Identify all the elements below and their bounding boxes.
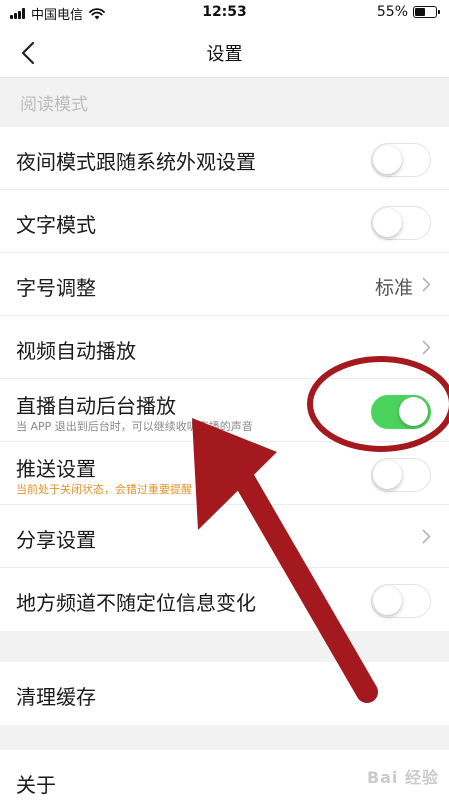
setting-label: 清理缓存: [16, 685, 96, 709]
night-mode-toggle[interactable]: [371, 143, 431, 177]
setting-label: 地方频道不随定位信息变化: [16, 591, 256, 615]
watermark: Bai 经验: [366, 768, 439, 787]
setting-label: 字号调整: [16, 276, 96, 300]
setting-row-local-channel[interactable]: 地方频道不随定位信息变化: [0, 568, 449, 631]
setting-label: 分享设置: [16, 528, 96, 552]
setting-row-night-mode[interactable]: 夜间模式跟随系统外观设置: [0, 127, 449, 190]
setting-row-text-mode[interactable]: 文字模式: [0, 190, 449, 253]
push-toggle[interactable]: [371, 458, 431, 492]
settings-group-cache: 清理缓存: [0, 662, 449, 725]
font-size-value: 标准: [374, 277, 413, 299]
setting-row-font-size[interactable]: 字号调整 标准: [0, 253, 449, 316]
setting-row-video-autoplay[interactable]: 视频自动播放: [0, 316, 449, 379]
local-channel-toggle[interactable]: [371, 584, 431, 618]
status-bar: 中国电信 12:53 55%: [0, 0, 449, 26]
section-header-reading: 阅读模式: [0, 78, 449, 126]
battery-fill: [415, 8, 425, 16]
section-header-label: 阅读模式: [20, 95, 88, 115]
setting-label: 关于: [16, 773, 56, 797]
setting-label: 推送设置: [16, 457, 96, 481]
setting-label: 文字模式: [16, 213, 96, 237]
setting-label: 夜间模式跟随系统外观设置: [16, 150, 256, 174]
settings-group-main: 夜间模式跟随系统外观设置 文字模式 字号调整 标准 视频自动播放 直播自动后台播…: [0, 127, 449, 631]
live-background-toggle[interactable]: [371, 395, 431, 429]
setting-row-share[interactable]: 分享设置: [0, 505, 449, 568]
chevron-right-icon: [422, 277, 431, 292]
text-mode-toggle[interactable]: [371, 206, 431, 240]
page-title: 设置: [206, 44, 243, 65]
setting-row-clear-cache[interactable]: 清理缓存: [0, 662, 449, 725]
setting-description: 当前处于关闭状态，会错过重要提醒: [16, 483, 192, 496]
setting-row-push[interactable]: 推送设置 当前处于关闭状态，会错过重要提醒: [0, 442, 449, 505]
setting-row-live-background[interactable]: 直播自动后台播放 当 APP 退出到后台时，可以继续收听直播的声音: [0, 379, 449, 442]
battery-percent: 55%: [376, 4, 408, 20]
status-right: 55%: [376, 4, 440, 20]
setting-label: 视频自动播放: [16, 339, 136, 363]
chevron-right-icon: [422, 529, 431, 544]
setting-label: 直播自动后台播放: [16, 394, 176, 418]
chevron-right-icon: [422, 340, 431, 355]
nav-bar: 设置: [0, 26, 449, 78]
setting-description: 当 APP 退出到后台时，可以继续收听直播的声音: [16, 420, 253, 433]
battery-icon: [413, 6, 440, 18]
